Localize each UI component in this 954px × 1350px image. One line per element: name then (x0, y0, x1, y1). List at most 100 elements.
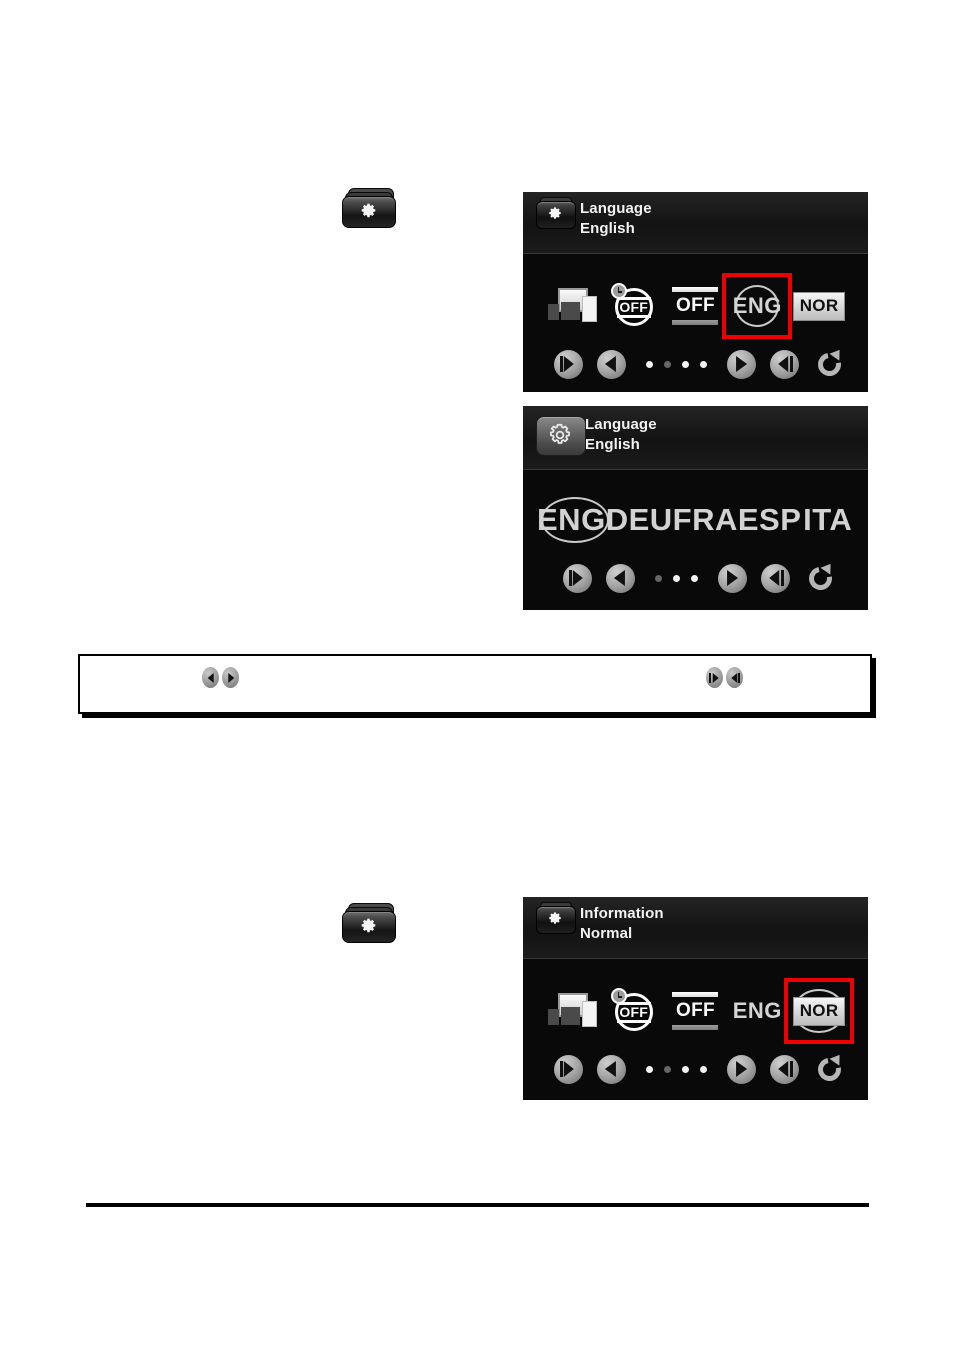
language-option-esp[interactable]: ESP (738, 494, 802, 546)
panel-title-block: Language English (580, 199, 652, 239)
first-page-button[interactable] (553, 1054, 583, 1084)
first-page-button[interactable] (553, 349, 583, 379)
settings-icon-row: OFF OFF ENG NOR (523, 273, 868, 339)
printer-left-block (547, 1009, 559, 1025)
last-page-bar (789, 1061, 793, 1077)
language-option-eng[interactable]: ENG (537, 494, 609, 546)
clock-badge-icon (610, 988, 627, 1004)
printer-left-block (547, 304, 559, 320)
reset-button[interactable] (812, 1051, 846, 1086)
first-page-arrow-icon (563, 356, 574, 372)
note-box (78, 654, 872, 714)
next-arrow-icon[interactable] (222, 667, 239, 688)
panel-value: English (585, 436, 640, 453)
page-dots (645, 360, 707, 368)
last-page-button[interactable] (769, 349, 799, 379)
first-page-bar (568, 570, 572, 586)
next-arrow-icon (736, 356, 748, 372)
auto-off-icon[interactable]: OFF (665, 982, 727, 1040)
first-page-arrow-glyph (712, 672, 719, 683)
language-option-label: ENG (537, 502, 606, 537)
information-mode-icon[interactable]: NOR (788, 277, 850, 335)
printer-output-sheet (581, 296, 597, 322)
header-gear-icon (536, 197, 576, 231)
off-bar-bottom (672, 1025, 719, 1030)
gear-icon (536, 416, 584, 454)
last-page-arrow-icon (778, 356, 789, 372)
sleep-timer-off-icon[interactable]: OFF (603, 982, 665, 1040)
panel-header: Language English (523, 406, 868, 470)
previous-arrow-icon (604, 1061, 616, 1077)
last-page-bar-glyph (738, 672, 740, 683)
last-page-button[interactable] (760, 563, 790, 593)
information-mode-icon-selected[interactable]: NOR (784, 978, 854, 1044)
next-button[interactable] (717, 563, 747, 593)
settings-menu-icon[interactable] (342, 903, 400, 945)
sleep-timer-off-icon[interactable]: OFF (603, 277, 665, 335)
off-bar-top (672, 287, 719, 292)
language-option-label: ITA (803, 502, 853, 537)
sleep-timer-label: OFF (619, 1004, 648, 1020)
panel-value: Normal (580, 925, 633, 942)
language-option-fra[interactable]: FRA (673, 494, 738, 546)
page-dot (690, 574, 698, 582)
next-button[interactable] (726, 349, 756, 379)
off-bar-bottom (672, 320, 719, 325)
page-dot-current (663, 360, 671, 368)
lcd-panel-language-menu: Language English OFF OFF ENG NOR (523, 192, 868, 392)
auto-off-label: OFF (676, 295, 715, 316)
last-page-button[interactable] (769, 1054, 799, 1084)
language-options-row: ENG DEU FRA ESP ITA (523, 494, 868, 546)
page-dot (672, 574, 680, 582)
next-button[interactable] (726, 1054, 756, 1084)
panel-header: Information Normal (523, 897, 868, 959)
clock-badge-icon (610, 283, 627, 299)
reset-button[interactable] (803, 560, 837, 595)
information-mode-label: NOR (792, 291, 846, 321)
previous-arrow-icon[interactable] (202, 667, 219, 688)
last-page-arrow-glyph (730, 672, 737, 683)
first-page-arrow-icon[interactable] (706, 667, 723, 688)
printer-network-icon[interactable] (541, 277, 603, 335)
language-option-deu[interactable]: DEU (606, 494, 673, 546)
previous-button[interactable] (596, 1054, 626, 1084)
footer-divider (86, 1203, 869, 1207)
auto-off-icon[interactable]: OFF (665, 277, 727, 335)
language-icon-selected[interactable]: ENG (722, 273, 793, 339)
gear-icon (536, 201, 574, 227)
language-option-label: FRA (672, 502, 738, 537)
page-dot (645, 1065, 653, 1073)
first-page-button[interactable] (562, 563, 592, 593)
page-dot (681, 360, 689, 368)
previous-arrow-icon (613, 570, 625, 586)
note-left-arrow-pair (202, 667, 239, 688)
last-page-arrow-icon (769, 570, 780, 586)
printer-network-icon[interactable] (541, 982, 603, 1040)
language-code-label: ENG (732, 998, 782, 1023)
previous-button[interactable] (596, 349, 626, 379)
page-dot (699, 1065, 707, 1073)
previous-button[interactable] (605, 563, 635, 593)
page-dots (654, 574, 698, 582)
page-dot-current (663, 1065, 671, 1073)
reset-button[interactable] (812, 346, 846, 381)
information-mode-label: NOR (792, 996, 846, 1026)
previous-arrow-glyph (207, 672, 214, 683)
last-page-arrow-icon[interactable] (726, 667, 743, 688)
off-bar-top (672, 992, 719, 997)
settings-menu-icon[interactable] (342, 188, 400, 230)
language-option-ita[interactable]: ITA (801, 494, 854, 546)
panel-title: Language (580, 200, 652, 217)
panel-title-block: Information Normal (580, 904, 664, 944)
panel-navbar (523, 1051, 868, 1086)
language-icon[interactable]: ENG (726, 982, 788, 1040)
gear-icon (536, 906, 574, 932)
last-page-bar (780, 570, 784, 586)
first-page-arrow-icon (572, 570, 583, 586)
sleep-timer-label: OFF (619, 299, 648, 315)
lcd-panel-information-menu: Information Normal OFF OFF ENG NOR (523, 897, 868, 1100)
first-page-bar (559, 1061, 563, 1077)
language-option-label: DEU (605, 502, 673, 537)
next-arrow-glyph (227, 672, 234, 683)
gear-icon (342, 911, 394, 941)
